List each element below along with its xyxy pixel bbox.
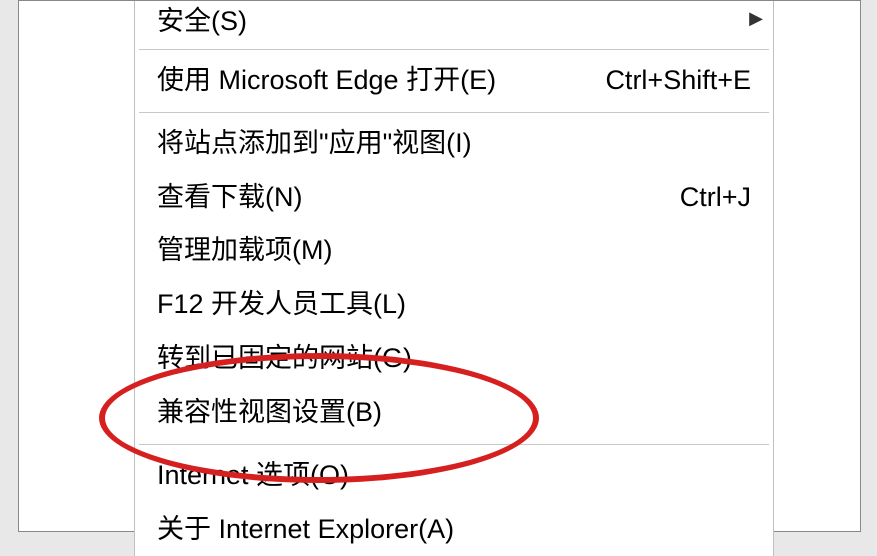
menu-item-compat-view[interactable]: 兼容性视图设置(B) — [135, 386, 773, 440]
menu-label: 兼容性视图设置(B) — [157, 392, 382, 434]
menu-label: 使用 Microsoft Edge 打开(E) — [157, 60, 496, 102]
menu-label: 关于 Internet Explorer(A) — [157, 509, 454, 551]
menu-label: 管理加载项(M) — [157, 230, 332, 272]
menu-item-open-edge[interactable]: 使用 Microsoft Edge 打开(E) Ctrl+Shift+E — [135, 54, 773, 108]
menu-label: 查看下载(N) — [157, 177, 302, 219]
menu-item-manage-addons[interactable]: 管理加载项(M) — [135, 224, 773, 278]
menu-item-add-site-apps-view[interactable]: 将站点添加到"应用"视图(I) — [135, 117, 773, 171]
tools-menu: 安全(S) ▶ 使用 Microsoft Edge 打开(E) Ctrl+Shi… — [134, 1, 774, 556]
menu-item-pinned-sites[interactable]: 转到已固定的网站(G) — [135, 332, 773, 386]
menu-label: 转到已固定的网站(G) — [157, 338, 412, 380]
menu-label: F12 开发人员工具(L) — [157, 284, 406, 326]
menu-item-view-downloads[interactable]: 查看下载(N) Ctrl+J — [135, 171, 773, 225]
menu-separator — [139, 112, 769, 113]
chevron-right-icon: ▶ — [749, 5, 763, 33]
menu-label: Internet 选项(O) — [157, 455, 349, 497]
menu-item-internet-options[interactable]: Internet 选项(O) — [135, 449, 773, 503]
menu-separator — [139, 49, 769, 50]
menu-item-security[interactable]: 安全(S) ▶ — [135, 1, 773, 45]
menu-item-f12-devtools[interactable]: F12 开发人员工具(L) — [135, 278, 773, 332]
menu-label: 将站点添加到"应用"视图(I) — [157, 123, 472, 165]
document-frame: 安全(S) ▶ 使用 Microsoft Edge 打开(E) Ctrl+Shi… — [18, 0, 861, 532]
menu-separator — [139, 444, 769, 445]
menu-shortcut: Ctrl+J — [680, 177, 751, 219]
menu-label: 安全(S) — [157, 1, 247, 43]
menu-shortcut: Ctrl+Shift+E — [605, 60, 751, 102]
